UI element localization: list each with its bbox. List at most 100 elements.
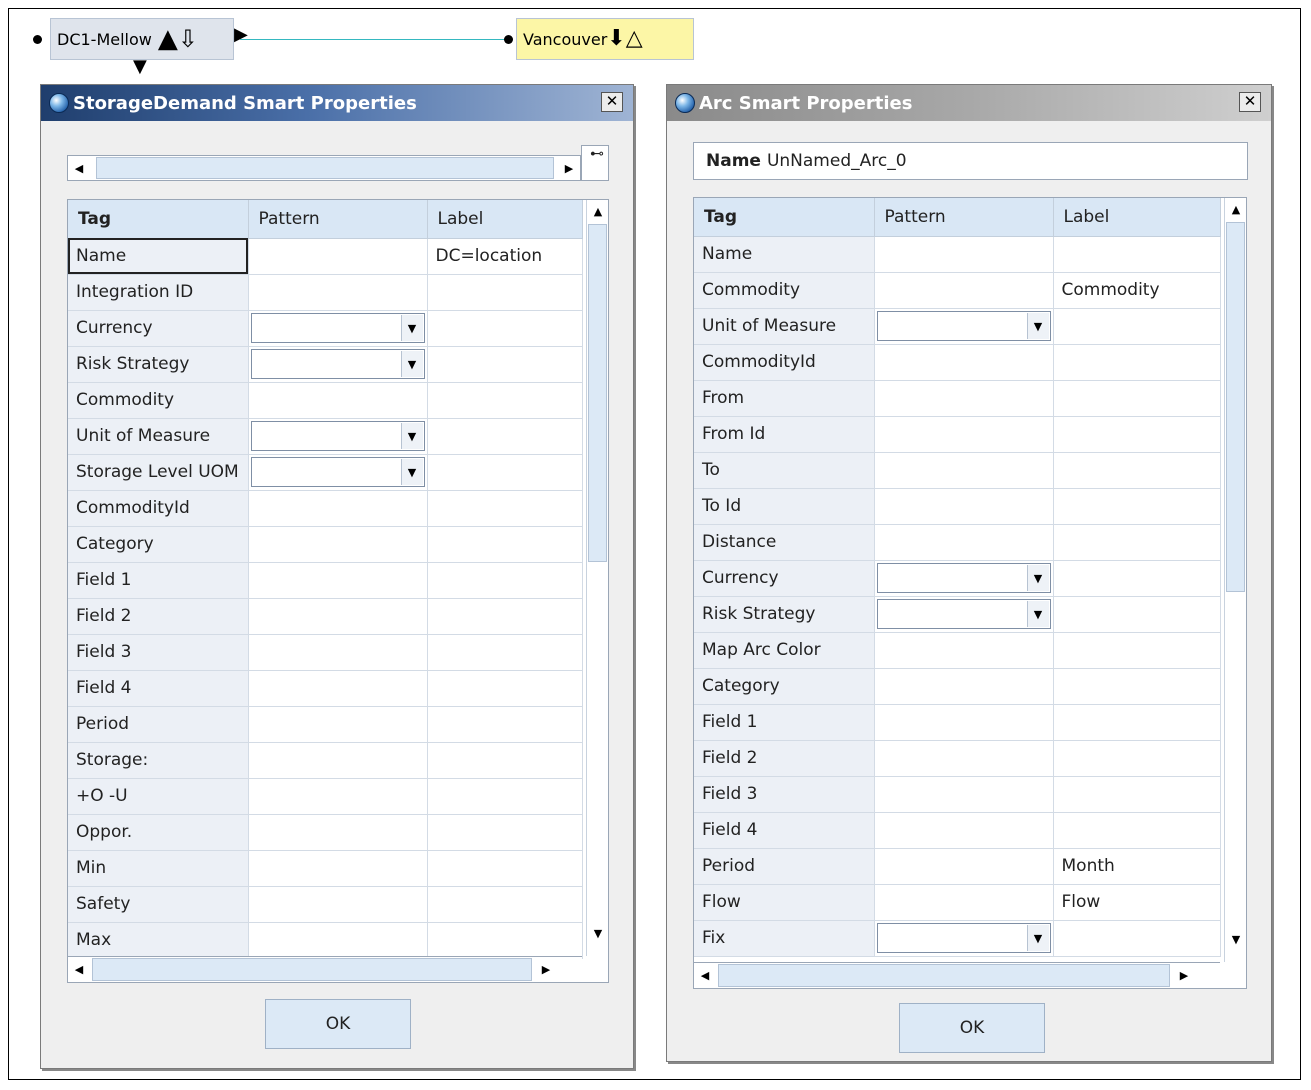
row-tag[interactable]: Unit of Measure — [68, 418, 249, 455]
pattern-cell[interactable] — [874, 704, 1054, 741]
pattern-cell[interactable] — [248, 706, 428, 743]
label-cell[interactable] — [427, 670, 583, 707]
pattern-dropdown[interactable]: ▼ — [876, 923, 1051, 953]
scroll-down-icon[interactable]: ▼ — [588, 924, 608, 942]
row-tag[interactable]: Safety — [68, 886, 249, 923]
label-cell[interactable]: Commodity — [1053, 272, 1221, 309]
row-tag[interactable]: Commodity — [694, 272, 875, 309]
table-row[interactable]: Period Month — [694, 848, 1221, 885]
table-row[interactable]: Name DC=location — [68, 238, 583, 275]
row-tag[interactable]: Fix — [694, 920, 875, 957]
row-tag[interactable]: Field 1 — [694, 704, 875, 741]
ok-button[interactable]: OK — [899, 1003, 1045, 1053]
grid-horizontal-scrollbar[interactable]: ◀ ▶ — [694, 962, 1220, 988]
pattern-cell[interactable] — [874, 740, 1054, 777]
table-row[interactable]: Storage Level UOM ▼ — [68, 454, 583, 491]
table-row[interactable]: Safety — [68, 886, 583, 923]
table-row[interactable]: Commodity — [68, 382, 583, 419]
pattern-dropdown-cell[interactable]: ▼ — [248, 346, 428, 383]
pattern-cell[interactable] — [248, 742, 428, 779]
row-tag[interactable]: Field 4 — [694, 812, 875, 849]
pattern-dropdown[interactable]: ▼ — [250, 457, 425, 487]
table-row[interactable]: Category — [694, 668, 1221, 705]
pattern-dropdown[interactable]: ▼ — [876, 563, 1051, 593]
label-cell[interactable] — [427, 922, 583, 959]
row-tag[interactable]: Field 2 — [694, 740, 875, 777]
pattern-dropdown[interactable]: ▼ — [876, 311, 1051, 341]
table-row[interactable]: Field 4 — [68, 670, 583, 707]
table-row[interactable]: Field 3 — [694, 776, 1221, 813]
row-tag[interactable]: CommodityId — [68, 490, 249, 527]
table-row[interactable]: Currency ▼ — [68, 310, 583, 347]
row-tag[interactable]: Currency — [68, 310, 249, 347]
node-left-port[interactable] — [33, 35, 42, 44]
chevron-down-icon[interactable]: ▼ — [400, 351, 423, 377]
table-row[interactable]: Currency ▼ — [694, 560, 1221, 597]
pattern-cell[interactable] — [248, 922, 428, 959]
scroll-left-icon[interactable]: ◀ — [69, 159, 89, 177]
column-header-label[interactable]: Label — [1053, 198, 1221, 237]
table-row[interactable]: Period — [68, 706, 583, 743]
splitter-handle[interactable]: ⊷ — [581, 145, 609, 181]
row-tag[interactable]: Period — [68, 706, 249, 743]
label-cell[interactable] — [1053, 740, 1221, 777]
pattern-dropdown[interactable]: ▼ — [250, 349, 425, 379]
label-cell[interactable] — [427, 742, 583, 779]
table-row[interactable]: Field 2 — [694, 740, 1221, 777]
pattern-dropdown[interactable]: ▼ — [250, 313, 425, 343]
label-cell[interactable] — [427, 454, 583, 491]
column-header-pattern[interactable]: Pattern — [248, 200, 428, 239]
table-row[interactable]: Integration ID — [68, 274, 583, 311]
table-row[interactable]: From — [694, 380, 1221, 417]
chevron-down-icon[interactable]: ▼ — [1026, 313, 1049, 339]
pattern-cell[interactable] — [248, 562, 428, 599]
table-row[interactable]: From Id — [694, 416, 1221, 453]
column-header-label[interactable]: Label — [427, 200, 583, 239]
pattern-dropdown-cell[interactable]: ▼ — [874, 596, 1054, 633]
row-tag[interactable]: Flow — [694, 884, 875, 921]
pattern-cell[interactable] — [874, 776, 1054, 813]
table-row[interactable]: Field 1 — [68, 562, 583, 599]
row-tag[interactable]: Storage: — [68, 742, 249, 779]
pattern-cell[interactable] — [248, 886, 428, 923]
table-row[interactable]: To — [694, 452, 1221, 489]
arc-dialog-titlebar[interactable]: Arc Smart Properties ✕ — [667, 85, 1271, 121]
row-tag[interactable]: Field 1 — [68, 562, 249, 599]
pattern-cell[interactable] — [248, 850, 428, 887]
node-vancouver[interactable]: Vancouver ⬇ △ — [516, 18, 694, 60]
table-row[interactable]: Field 2 — [68, 598, 583, 635]
scrollbar-thumb[interactable] — [96, 157, 554, 179]
table-row[interactable]: Min — [68, 850, 583, 887]
arc-connector-line[interactable] — [240, 39, 508, 40]
table-row[interactable]: Max — [68, 922, 583, 959]
row-tag[interactable]: Period — [694, 848, 875, 885]
pattern-dropdown-cell[interactable]: ▼ — [874, 308, 1054, 345]
row-tag[interactable]: Map Arc Color — [694, 632, 875, 669]
row-tag[interactable]: Currency — [694, 560, 875, 597]
pattern-cell[interactable] — [248, 778, 428, 815]
pattern-cell[interactable] — [874, 452, 1054, 489]
chevron-down-icon[interactable]: ▼ — [1026, 925, 1049, 951]
scroll-down-icon[interactable]: ▼ — [1226, 930, 1246, 948]
pattern-cell[interactable] — [874, 236, 1054, 273]
row-tag[interactable]: Field 2 — [68, 598, 249, 635]
pattern-dropdown-cell[interactable]: ▼ — [874, 560, 1054, 597]
row-tag[interactable]: Risk Strategy — [68, 346, 249, 383]
table-row[interactable]: Fix ▼ — [694, 920, 1221, 957]
table-row[interactable]: Storage: — [68, 742, 583, 779]
row-tag[interactable]: Category — [68, 526, 249, 563]
label-cell[interactable] — [427, 886, 583, 923]
row-tag[interactable]: CommodityId — [694, 344, 875, 381]
vertical-scrollbar[interactable]: ▲ ▼ — [586, 200, 608, 956]
label-cell[interactable] — [427, 706, 583, 743]
scroll-up-icon[interactable]: ▲ — [588, 202, 608, 220]
table-row[interactable]: Commodity Commodity — [694, 272, 1221, 309]
row-tag[interactable]: Field 4 — [68, 670, 249, 707]
table-row[interactable]: Unit of Measure ▼ — [68, 418, 583, 455]
grid-horizontal-scrollbar[interactable]: ◀ ▶ — [68, 956, 582, 982]
pattern-cell[interactable] — [248, 634, 428, 671]
table-row[interactable]: Risk Strategy ▼ — [694, 596, 1221, 633]
pattern-cell[interactable] — [248, 382, 428, 419]
pattern-cell[interactable] — [248, 598, 428, 635]
table-row[interactable]: To Id — [694, 488, 1221, 525]
